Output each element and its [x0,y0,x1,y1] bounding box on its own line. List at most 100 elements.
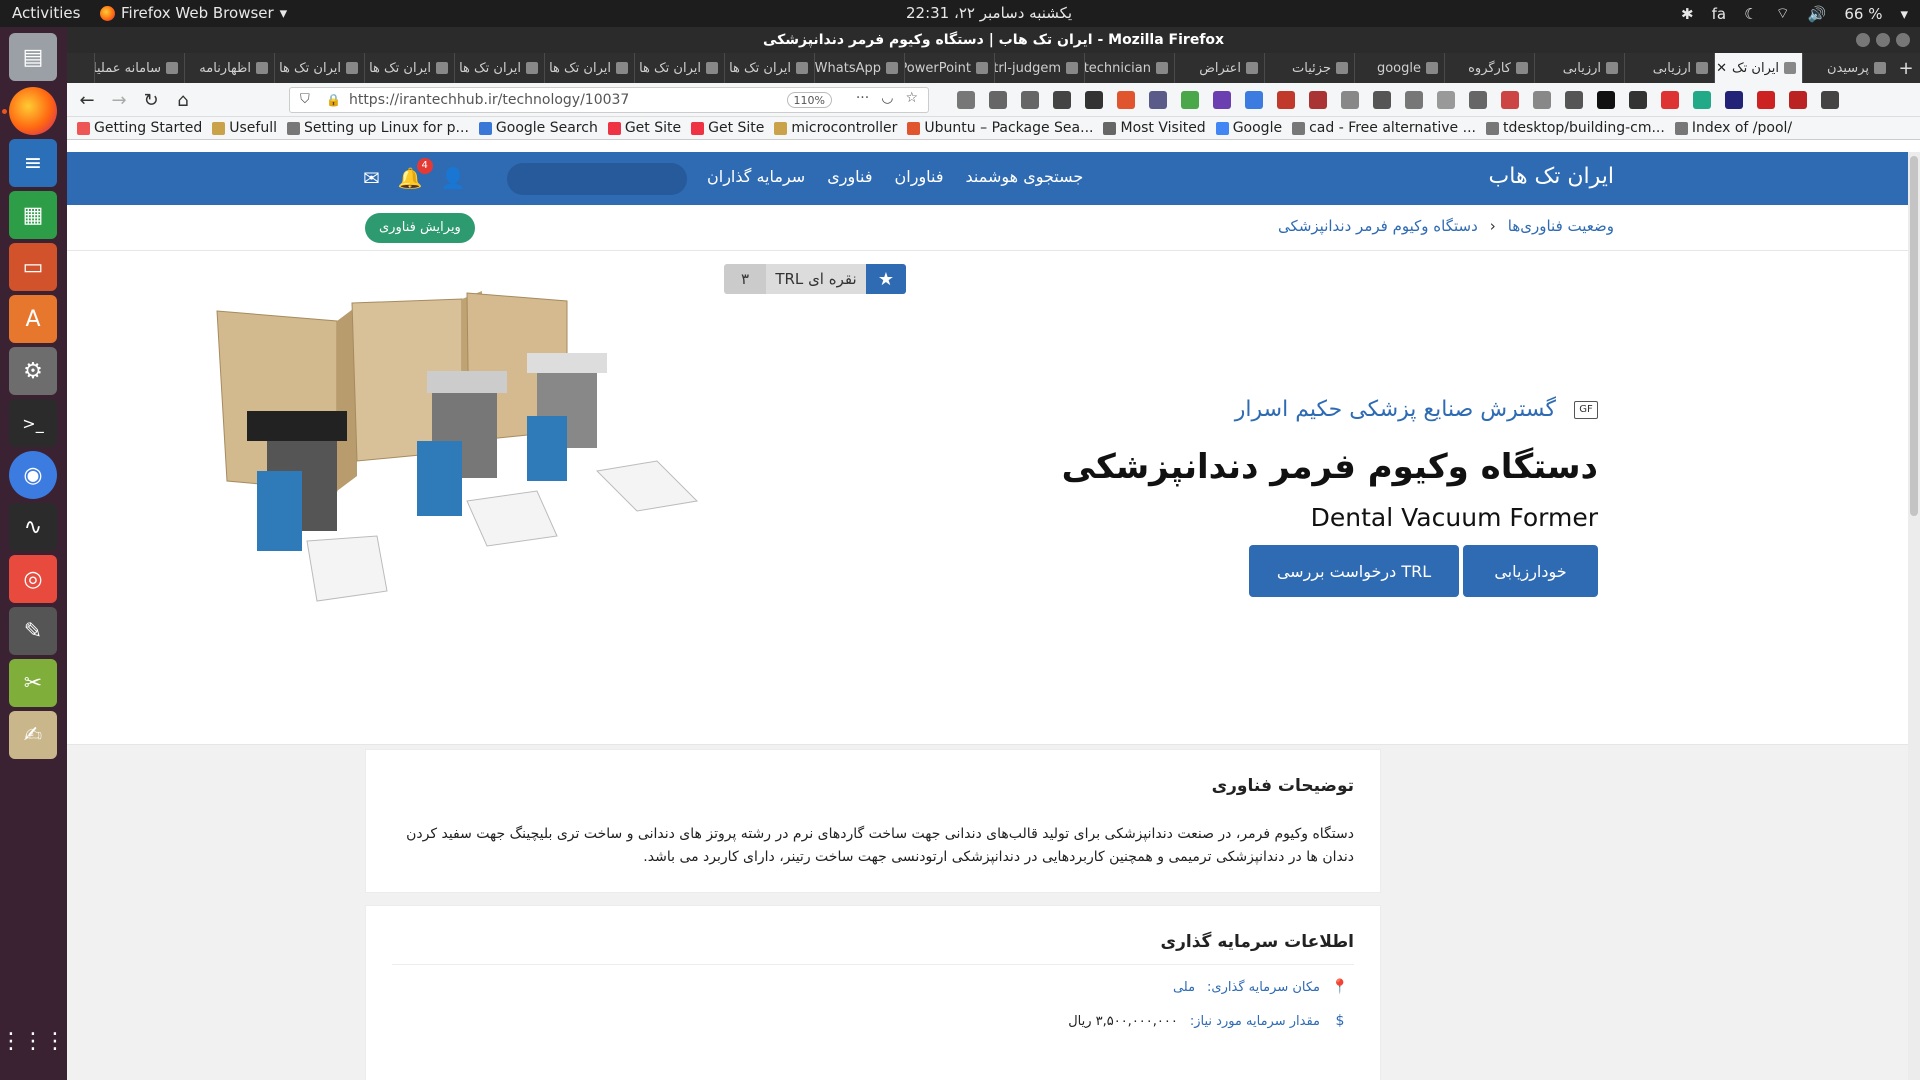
sidebar-icon[interactable] [1021,91,1039,109]
bookmark-item[interactable]: Get Site [691,120,764,136]
bookmark-star-icon[interactable]: ☆ [905,90,918,106]
extension-icon[interactable] [1437,91,1455,109]
browser-tab[interactable]: technician [1084,53,1174,83]
edit-technology-button[interactable]: ویرایش فناوری [365,213,475,243]
browser-tab[interactable]: ایران تک ها [274,53,364,83]
battery-indicator[interactable]: 66 % [1844,5,1882,23]
more-actions-icon[interactable]: ··· [856,90,869,106]
pocket-icon[interactable]: ◡ [881,90,893,106]
close-button[interactable] [1896,33,1910,47]
scrollbar-thumb[interactable] [1910,156,1918,516]
document-viewer-icon[interactable]: ◎ [9,555,57,603]
text-editor-icon[interactable]: ✍ [9,711,57,759]
bookmark-item[interactable]: Ubuntu – Package Sea... [907,120,1093,136]
back-button[interactable]: ← [75,88,99,112]
site-search-input[interactable] [507,163,687,195]
calc-icon[interactable]: ▦ [9,191,57,239]
bookmark-item[interactable]: Usefull [212,120,277,136]
chromium-icon[interactable]: ◉ [9,451,57,499]
browser-tab[interactable]: ایران تک ها [724,53,814,83]
extension-icon[interactable] [1789,91,1807,109]
lock-icon[interactable]: 🔒 [326,93,341,107]
site-logo[interactable]: ایران تک هاب [1489,164,1614,189]
extension-icon[interactable] [1693,91,1711,109]
browser-tab[interactable]: PowerPoint [904,53,994,83]
clock[interactable]: یکشنبه دسامبر ۲۲، 22:31 [906,4,1072,22]
bookmark-item[interactable]: Get Site [607,120,681,136]
browser-tab[interactable]: WhatsApp [814,53,904,83]
nav-technologists[interactable]: فناوران [895,167,944,186]
files-icon[interactable]: ▤ [9,33,57,81]
extension-icon[interactable] [1149,91,1167,109]
show-apps-icon[interactable]: ⋮⋮⋮ [0,1017,66,1065]
image-editor-icon[interactable]: ✂ [9,659,57,707]
extension-icon[interactable] [1597,91,1615,109]
breadcrumb-technology-status[interactable]: وضعیت فناوری‌ها [1508,217,1614,235]
settings-icon[interactable]: ⚙ [9,347,57,395]
chevron-down-icon[interactable]: ▾ [1900,5,1908,23]
bookmark-item[interactable]: cad - Free alternative ... [1292,120,1476,136]
trl-review-request-button[interactable]: درخواست بررسی TRL [1249,545,1459,597]
extension-icon[interactable] [1341,91,1359,109]
firefox-icon[interactable] [9,87,57,135]
url-text[interactable]: https://irantechhub.ir/technology/10037 [349,92,629,108]
extension-icon[interactable] [1629,91,1647,109]
extension-icon[interactable] [1405,91,1423,109]
network-icon[interactable]: ⌔ [1776,4,1790,23]
home-button[interactable]: ⌂ [171,88,195,112]
extension-icon[interactable] [1309,91,1327,109]
writer-icon[interactable]: ≡ [9,139,57,187]
browser-tab[interactable]: ایران تک ها [544,53,634,83]
nav-smart-search[interactable]: جستجوی هوشمند [966,167,1084,186]
volume-icon[interactable]: 🔊 [1808,5,1827,23]
browser-tab[interactable]: پرسیدن [1802,53,1892,83]
browser-tab[interactable]: ایران تک ها [364,53,454,83]
bell-icon[interactable]: 🔔 4 [398,158,433,190]
app-menu[interactable]: Firefox Web Browser ▾ [100,4,287,22]
user-icon[interactable]: 👤 [441,166,466,190]
extension-icon[interactable] [1053,91,1071,109]
minimize-button[interactable] [1856,33,1870,47]
browser-tab[interactable]: سامانه عملیا [94,53,184,83]
extension-icon[interactable] [1277,91,1295,109]
forward-button[interactable]: → [107,88,131,112]
extension-icon[interactable] [1213,91,1231,109]
close-tab-icon[interactable]: ✕ [1716,61,1727,76]
maximize-button[interactable] [1876,33,1890,47]
new-tab-button[interactable]: + [1892,53,1920,83]
bookmark-item[interactable]: Google [1215,120,1282,136]
language-indicator[interactable]: fa [1712,5,1726,23]
reload-button[interactable]: ↻ [139,88,163,112]
extension-icon[interactable] [1501,91,1519,109]
extension-icon[interactable] [1117,91,1135,109]
night-light-icon[interactable]: ☾ [1744,5,1757,23]
breadcrumb-current[interactable]: دستگاه وکیوم فرمر دندانپزشکی [1278,217,1478,235]
bookmark-item[interactable]: microcontroller [774,120,897,136]
bluetooth-icon[interactable]: ✱ [1681,5,1694,23]
browser-tab[interactable]: اعتراض [1174,53,1264,83]
extension-icon[interactable] [1373,91,1391,109]
browser-tab[interactable]: ایران تک ها [634,53,724,83]
company-name[interactable]: گسترش صنایع پزشکی حکیم اسرار [1235,397,1556,422]
extension-icon[interactable] [1725,91,1743,109]
extension-icon[interactable] [1565,91,1583,109]
page-scrollbar[interactable] [1908,152,1920,1080]
bookmark-item[interactable]: Google Search [478,120,598,136]
impress-icon[interactable]: ▭ [9,243,57,291]
gimp-icon[interactable]: ✎ [9,607,57,655]
browser-tab[interactable]: جزئیات [1264,53,1354,83]
menu-icon[interactable] [1821,91,1839,109]
nav-technology[interactable]: فناوری [827,167,872,186]
bookmark-item[interactable]: tdesktop/building-cm... [1485,120,1665,136]
browser-tab[interactable]: ارزیابی [1624,53,1714,83]
nav-investors[interactable]: سرمایه گذاران [707,167,805,186]
self-assessment-button[interactable]: خودارزیابی [1463,545,1598,597]
browser-tab[interactable]: کارگروه [1444,53,1534,83]
shield-icon[interactable]: ⛉ [300,92,310,107]
extension-icon[interactable] [1533,91,1551,109]
software-center-icon[interactable]: A [9,295,57,343]
library-icon[interactable] [989,91,1007,109]
browser-tab[interactable]: ارزیابی [1534,53,1624,83]
browser-tab[interactable]: trl-judgem [994,53,1084,83]
extension-icon[interactable] [1085,91,1103,109]
